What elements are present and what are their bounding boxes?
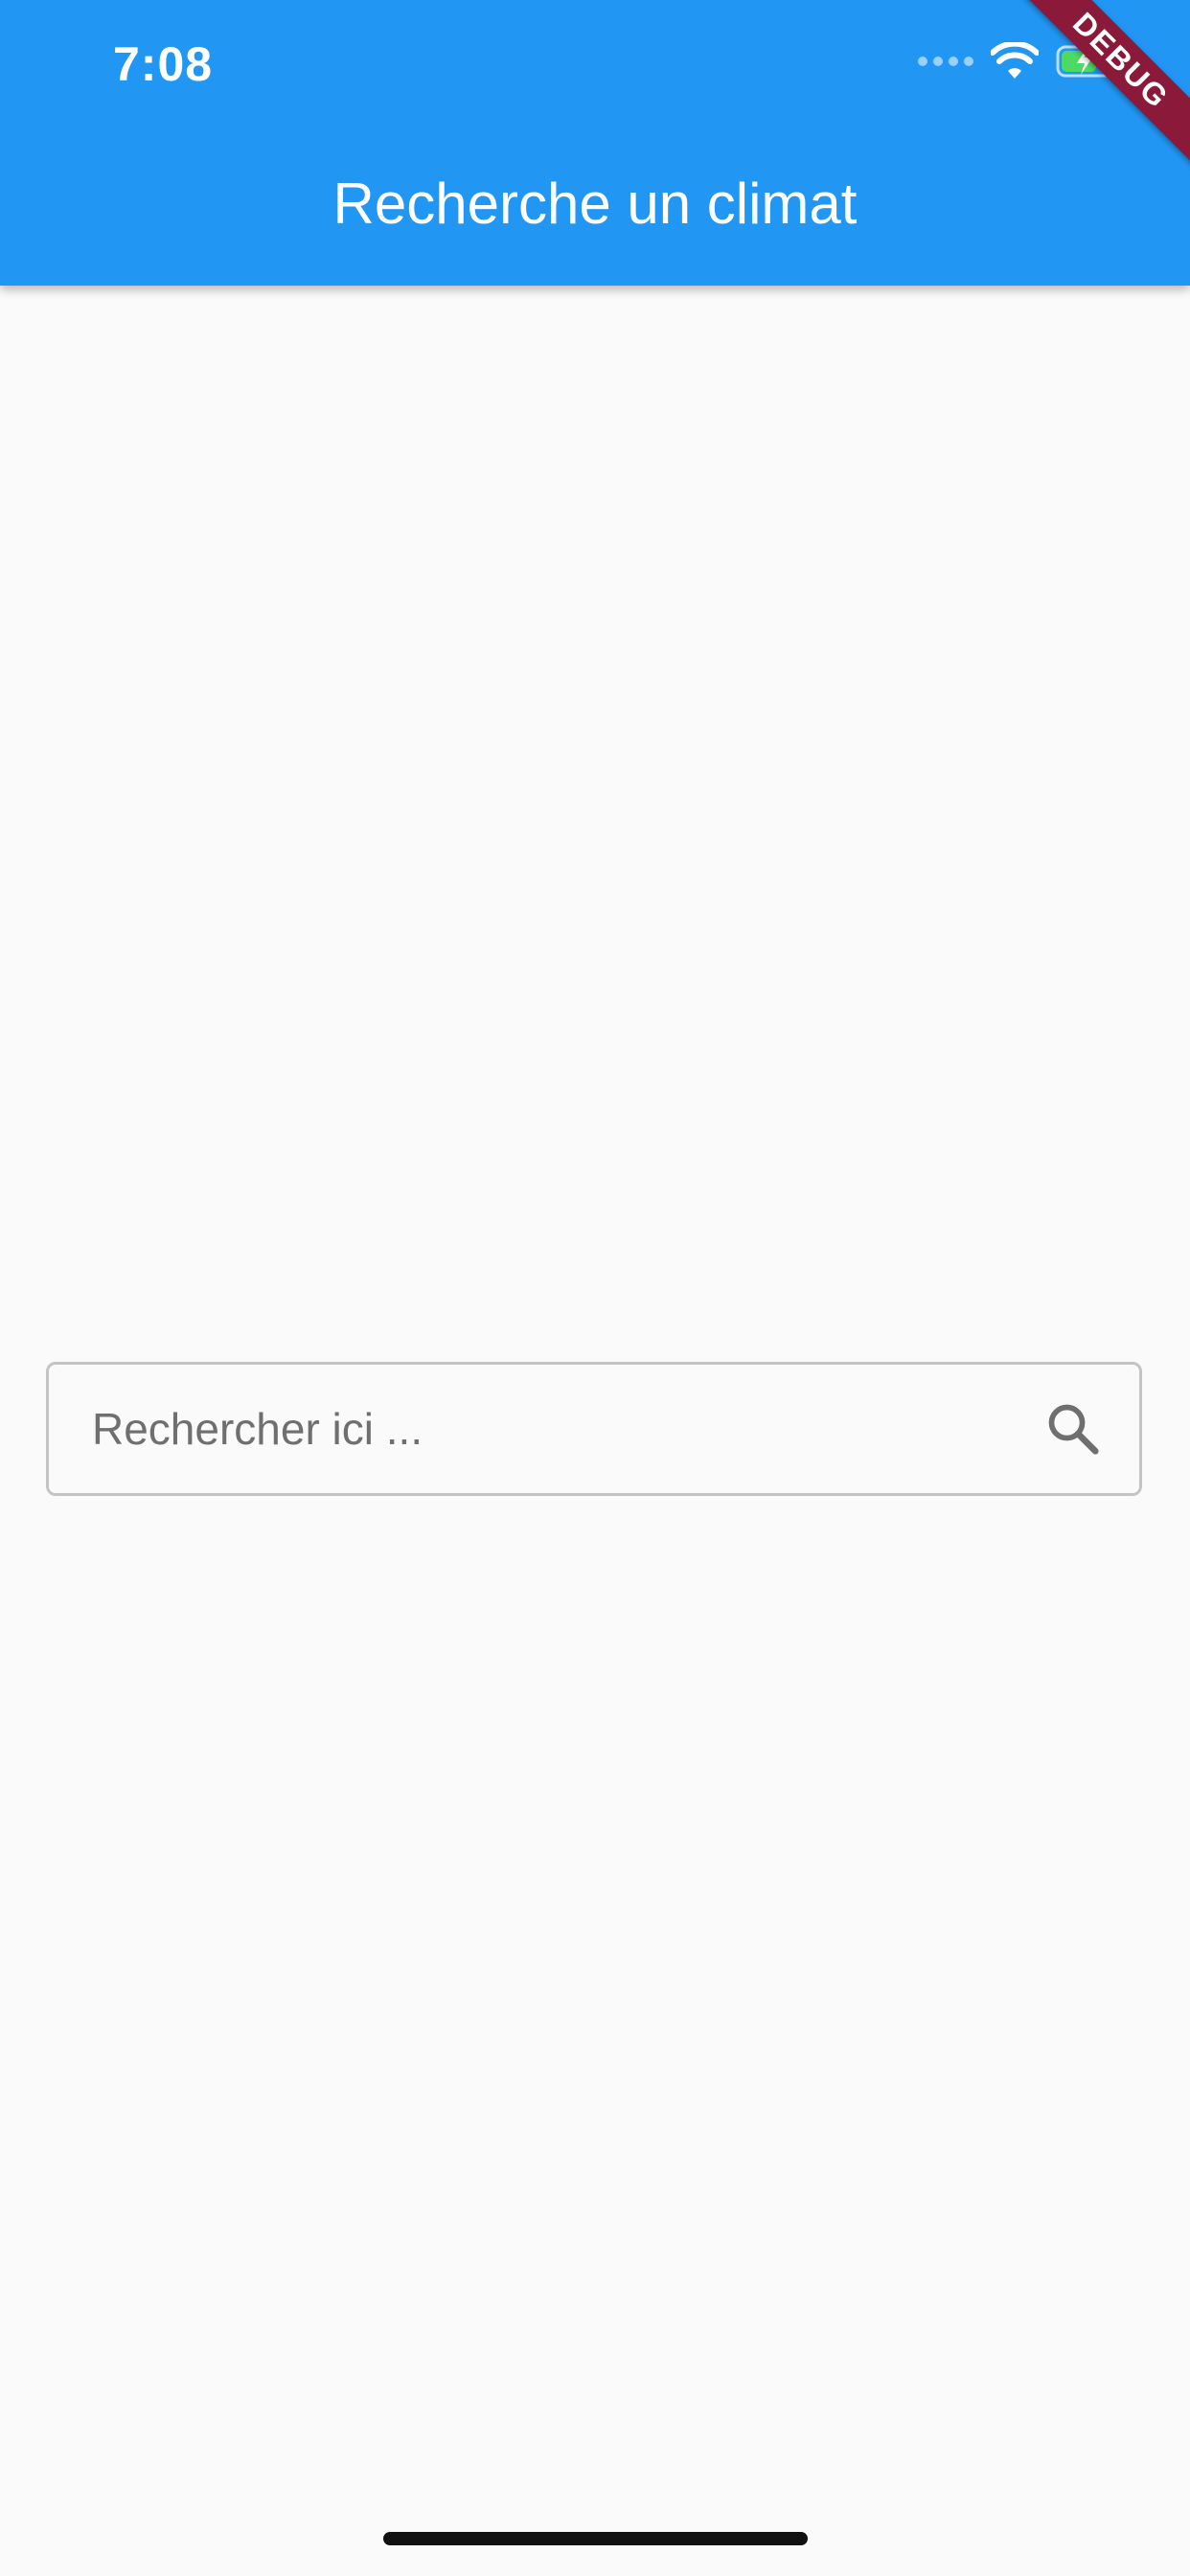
signal-dots-icon <box>918 57 973 66</box>
status-time: 7:08 <box>113 37 214 91</box>
home-indicator[interactable] <box>383 2532 808 2545</box>
wifi-icon <box>991 42 1039 79</box>
search-icon[interactable] <box>1043 1399 1103 1459</box>
app-bar: 7:08 Recherche un climat <box>0 0 1190 286</box>
search-field[interactable] <box>46 1362 1142 1496</box>
page-title: Recherche un climat <box>332 172 858 236</box>
search-input[interactable] <box>92 1365 954 1493</box>
